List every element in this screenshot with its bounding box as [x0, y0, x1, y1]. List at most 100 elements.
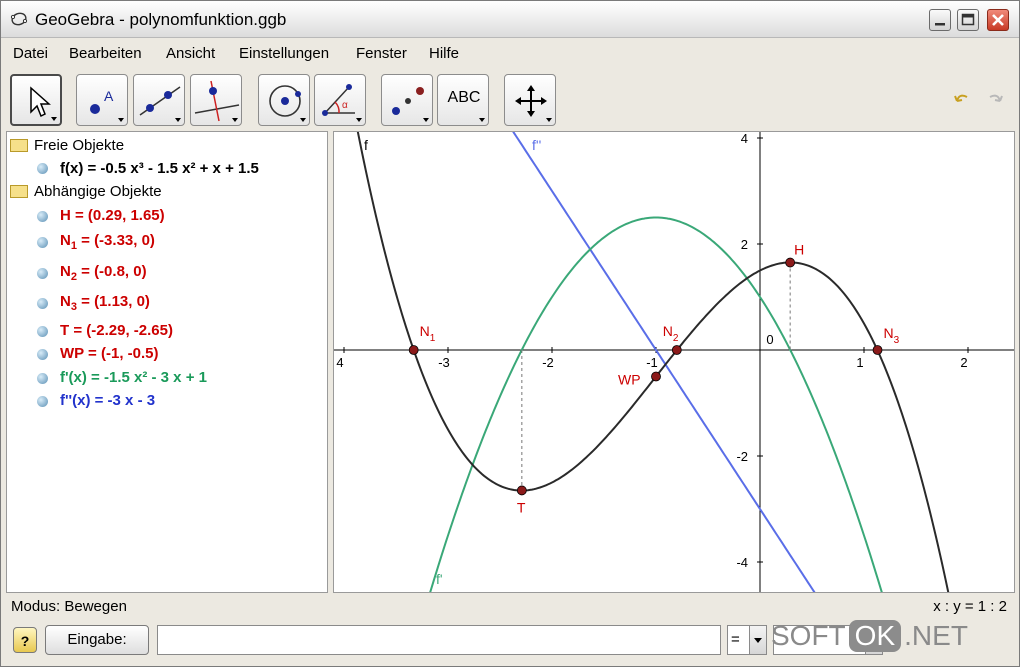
x-tick-label: 4 — [336, 355, 343, 370]
tool-menu-arrow-icon — [175, 118, 181, 122]
point-h — [785, 257, 796, 268]
visibility-dot-icon[interactable] — [37, 326, 48, 337]
tool-menu-arrow-icon — [423, 118, 429, 122]
close-button[interactable] — [987, 9, 1009, 31]
watermark-text: OK — [848, 620, 902, 652]
maximize-icon — [961, 13, 975, 26]
y-tick-label: 4 — [741, 132, 748, 146]
chevron-down-icon[interactable] — [749, 626, 766, 654]
visibility-dot-icon[interactable] — [37, 163, 48, 174]
svg-text:A: A — [104, 88, 114, 104]
algebra-item-n3[interactable]: N3 = (1.13, 0) — [60, 293, 150, 313]
item-value: = (1.13, 0) — [76, 293, 150, 310]
undo-icon[interactable] — [953, 91, 971, 109]
x-tick-label: -2 — [542, 355, 554, 370]
x-tick-label: 0 — [766, 332, 773, 347]
tool-menu-arrow-icon — [300, 118, 306, 122]
point-label: H — [794, 242, 804, 258]
softok-watermark: SOFT OK .NET — [771, 620, 1011, 662]
perpendicular-tool-button[interactable] — [190, 74, 242, 126]
point-tool-button[interactable]: A — [76, 74, 128, 126]
point-n2 — [671, 345, 682, 355]
close-icon — [992, 14, 1004, 26]
move-view-tool-button[interactable] — [504, 74, 556, 126]
symbol-combo-value: = — [731, 631, 740, 648]
point-label-subscript: 1 — [430, 333, 436, 344]
x-tick-label: -3 — [438, 355, 450, 370]
line-tool-button[interactable] — [133, 74, 185, 126]
visibility-dot-icon[interactable] — [37, 237, 48, 248]
point-n1 — [408, 345, 419, 355]
watermark-text: SOFT — [771, 620, 846, 651]
algebra-item-wp[interactable]: WP = (-1, -0.5) — [60, 345, 159, 362]
status-bar: Modus: Bewegen x : y = 1 : 2 — [1, 595, 1019, 617]
input-field[interactable] — [157, 625, 721, 655]
circle-tool-button[interactable] — [258, 74, 310, 126]
angle-tool-button[interactable]: α — [314, 74, 366, 126]
title-bar[interactable]: GeoGebra - polynomfunktion.ggb — [1, 1, 1019, 38]
reflect-tool-button[interactable] — [381, 74, 433, 126]
menu-hilfe[interactable]: Hilfe — [429, 45, 459, 62]
algebra-item-t[interactable]: T = (-2.29, -2.65) — [60, 322, 173, 339]
dependent-objects-header[interactable]: Abhängige Objekte — [34, 183, 162, 200]
symbol-combo[interactable]: = — [727, 625, 767, 655]
menu-bearbeiten[interactable]: Bearbeiten — [69, 45, 142, 62]
visibility-dot-icon[interactable] — [37, 373, 48, 384]
axis-ratio-status: x : y = 1 : 2 — [933, 598, 1007, 615]
algebra-item-f1[interactable]: f'(x) = -1.5 x² - 3 x + 1 — [60, 369, 207, 386]
item-name: N — [60, 293, 71, 310]
visibility-dot-icon[interactable] — [37, 211, 48, 222]
function-plot[interactable]: 4 -3 -2 -1 0 1 2 4 2 -2 -4 f f'' f' N1 N2 N3 H T WP — [334, 132, 1014, 592]
visibility-dot-icon[interactable] — [37, 396, 48, 407]
menu-ansicht[interactable]: Ansicht — [166, 45, 215, 62]
text-icon: ABC — [447, 89, 481, 106]
menu-einstellungen[interactable]: Einstellungen — [239, 45, 329, 62]
move-tool-button[interactable] — [10, 74, 62, 126]
point-label-subscript: 2 — [673, 333, 679, 344]
algebra-item-n2[interactable]: N2 = (-0.8, 0) — [60, 263, 147, 283]
text-tool-button[interactable]: ABC — [437, 74, 489, 126]
visibility-dot-icon[interactable] — [37, 298, 48, 309]
mode-status: Modus: Bewegen — [11, 598, 127, 615]
f-curve-label: f — [364, 137, 368, 153]
free-objects-header[interactable]: Freie Objekte — [34, 137, 124, 154]
redo-icon[interactable] — [986, 91, 1004, 109]
x-tick-label: 2 — [960, 355, 967, 370]
point-label: N1 — [420, 323, 436, 344]
y-tick-label: 2 — [741, 237, 748, 252]
menu-fenster[interactable]: Fenster — [356, 45, 407, 62]
visibility-dot-icon[interactable] — [37, 349, 48, 360]
point-label: WP — [618, 372, 641, 388]
y-tick-label: -4 — [736, 555, 748, 570]
geogebra-logo-icon — [10, 12, 28, 26]
maximize-button[interactable] — [957, 9, 979, 31]
tool-menu-arrow-icon — [51, 117, 57, 121]
menu-bar: Datei Bearbeiten Ansicht Einstellungen F… — [1, 39, 1019, 67]
eingabe-button[interactable]: Eingabe: — [45, 625, 149, 655]
svg-text:α: α — [342, 100, 348, 111]
x-tick-label: 1 — [856, 355, 863, 370]
tool-menu-arrow-icon — [232, 118, 238, 122]
tool-menu-arrow-icon — [546, 118, 552, 122]
minimize-button[interactable] — [929, 9, 951, 31]
algebra-item-h[interactable]: H = (0.29, 1.65) — [60, 207, 165, 224]
point-label-subscript: 3 — [894, 335, 900, 346]
point-label: N3 — [884, 325, 900, 346]
folder-icon — [10, 139, 28, 152]
input-help-button[interactable]: ? — [13, 627, 37, 653]
algebra-item-n1[interactable]: N1 = (-3.33, 0) — [60, 232, 155, 252]
item-name: N — [60, 263, 71, 280]
point-label: T — [517, 499, 526, 515]
point-n3 — [872, 345, 883, 355]
algebra-item-f[interactable]: f(x) = -0.5 x³ - 1.5 x² + x + 1.5 — [60, 160, 259, 177]
item-name: N — [60, 232, 71, 249]
minimize-icon — [935, 23, 945, 26]
toolbar: A α ABC — [1, 69, 1019, 129]
geogebra-window: GeoGebra - polynomfunktion.ggb Datei Bea… — [0, 0, 1020, 667]
algebra-item-f2[interactable]: f''(x) = -3 x - 3 — [60, 392, 155, 409]
visibility-dot-icon[interactable] — [37, 268, 48, 279]
menu-datei[interactable]: Datei — [13, 45, 48, 62]
algebra-view: Freie Objekte f(x) = -0.5 x³ - 1.5 x² + … — [6, 131, 328, 593]
graphics-view[interactable]: 4 -3 -2 -1 0 1 2 4 2 -2 -4 f f'' f' N1 N2 N3 H T WP — [333, 131, 1015, 593]
f2-curve-label: f'' — [532, 137, 541, 153]
